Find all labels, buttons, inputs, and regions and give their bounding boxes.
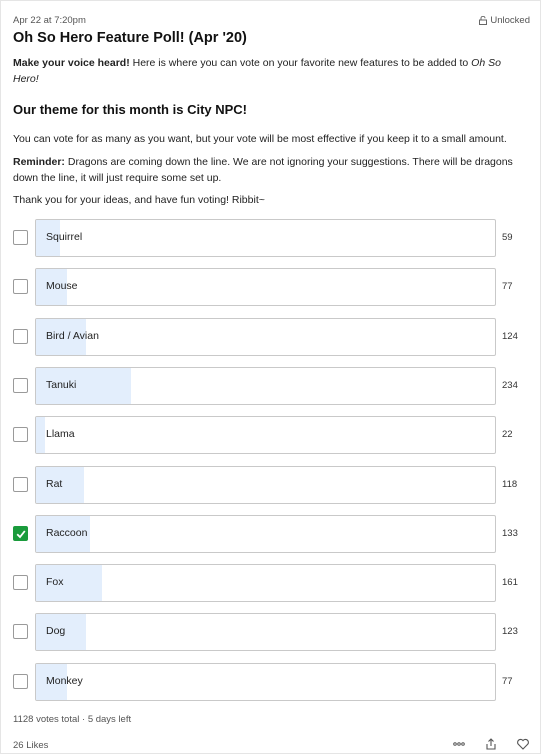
unlocked-badge: Unlocked (479, 15, 530, 26)
poll-checkbox[interactable] (13, 279, 28, 294)
poll-footer: 1128 votes total · 5 days left (13, 714, 132, 725)
poll-option[interactable]: Mouse 77 (1, 268, 542, 306)
poll-option-count: 77 (502, 281, 513, 292)
poll-option[interactable]: Fox 161 (1, 564, 542, 602)
poll-option-label: Squirrel (46, 231, 83, 243)
unlock-icon (479, 16, 488, 25)
poll-option-count: 123 (502, 626, 518, 637)
post-date: Apr 22 at 7:20pm (13, 15, 86, 26)
poll-option[interactable]: Squirrel 59 (1, 219, 542, 257)
poll-checkbox[interactable] (13, 674, 28, 689)
poll-option[interactable]: Tanuki 234 (1, 367, 542, 405)
poll-option-label: Dog (46, 625, 66, 637)
more-options-icon[interactable] (452, 736, 466, 750)
reminder-text: Dragons are coming down the line. We are… (13, 156, 513, 184)
poll-option-bar[interactable]: Squirrel (35, 219, 496, 257)
reminder-bold: Reminder: (13, 156, 65, 168)
vote-note: You can vote for as many as you want, bu… (13, 133, 507, 145)
poll-option-count: 118 (502, 479, 518, 490)
poll-option-count: 77 (502, 676, 513, 687)
poll-post-card: Apr 22 at 7:20pm Unlocked Oh So Hero Fea… (0, 0, 541, 754)
poll-option-label: Rat (46, 478, 63, 490)
poll-option-bar[interactable]: Monkey (35, 663, 496, 701)
thanks-text: Thank you for your ideas, and have fun v… (13, 194, 265, 206)
intro-text: Here is where you can vote on your favor… (129, 57, 472, 69)
poll-checkbox[interactable] (13, 329, 28, 344)
poll-option-label: Mouse (46, 280, 78, 292)
poll-checkbox[interactable] (13, 427, 28, 442)
poll-option-bar[interactable]: Mouse (35, 268, 496, 306)
checkmark-icon (16, 530, 26, 539)
heart-icon[interactable] (516, 736, 530, 750)
poll-checkbox[interactable] (13, 575, 28, 590)
poll-option-count: 161 (502, 577, 518, 588)
poll-option-bar[interactable]: Raccoon (35, 515, 496, 553)
poll-option-bar[interactable]: Bird / Avian (35, 318, 496, 356)
post-actions (452, 736, 530, 750)
intro-bold: Make your voice heard! (13, 57, 130, 69)
theme-heading: Our theme for this month is City NPC! (13, 102, 248, 117)
poll-option[interactable]: Dog 123 (1, 613, 542, 651)
poll-option-bar[interactable]: Dog (35, 613, 496, 651)
poll-option[interactable]: Rat 118 (1, 466, 542, 504)
poll-option-label: Fox (46, 576, 64, 588)
poll-result-fill (36, 417, 45, 453)
poll-checkbox[interactable] (13, 624, 28, 639)
poll-option-bar[interactable]: Fox (35, 564, 496, 602)
poll-option-label: Bird / Avian (46, 330, 99, 342)
poll-option[interactable]: Raccoon 133 (1, 515, 542, 553)
likes-count[interactable]: 26 Likes (13, 740, 48, 751)
poll-option-count: 22 (502, 429, 513, 440)
poll-checkbox-checked[interactable] (13, 526, 28, 541)
poll-option[interactable]: Llama 22 (1, 416, 542, 454)
poll-option-bar[interactable]: Rat (35, 466, 496, 504)
poll-option[interactable]: Bird / Avian 124 (1, 318, 542, 356)
poll-option-label: Monkey (46, 675, 83, 687)
poll-option-label: Tanuki (46, 379, 77, 391)
poll-checkbox[interactable] (13, 230, 28, 245)
poll-checkbox[interactable] (13, 378, 28, 393)
poll-option-count: 124 (502, 331, 518, 342)
poll-option-label: Llama (46, 428, 75, 440)
poll-option-label: Raccoon (46, 527, 88, 539)
poll-option-bar[interactable]: Llama (35, 416, 496, 454)
poll-checkbox[interactable] (13, 477, 28, 492)
unlocked-label: Unlocked (490, 15, 530, 26)
poll-option-count: 133 (502, 528, 518, 539)
share-icon[interactable] (484, 736, 498, 750)
poll-option-count: 59 (502, 232, 513, 243)
post-title: Oh So Hero Feature Poll! (Apr '20) (13, 30, 247, 46)
poll-option-bar[interactable]: Tanuki (35, 367, 496, 405)
intro-paragraph: Make your voice heard! Here is where you… (13, 55, 528, 87)
poll-option[interactable]: Monkey 77 (1, 663, 542, 701)
reminder-paragraph: Reminder: Dragons are coming down the li… (13, 154, 528, 186)
poll-option-count: 234 (502, 380, 518, 391)
